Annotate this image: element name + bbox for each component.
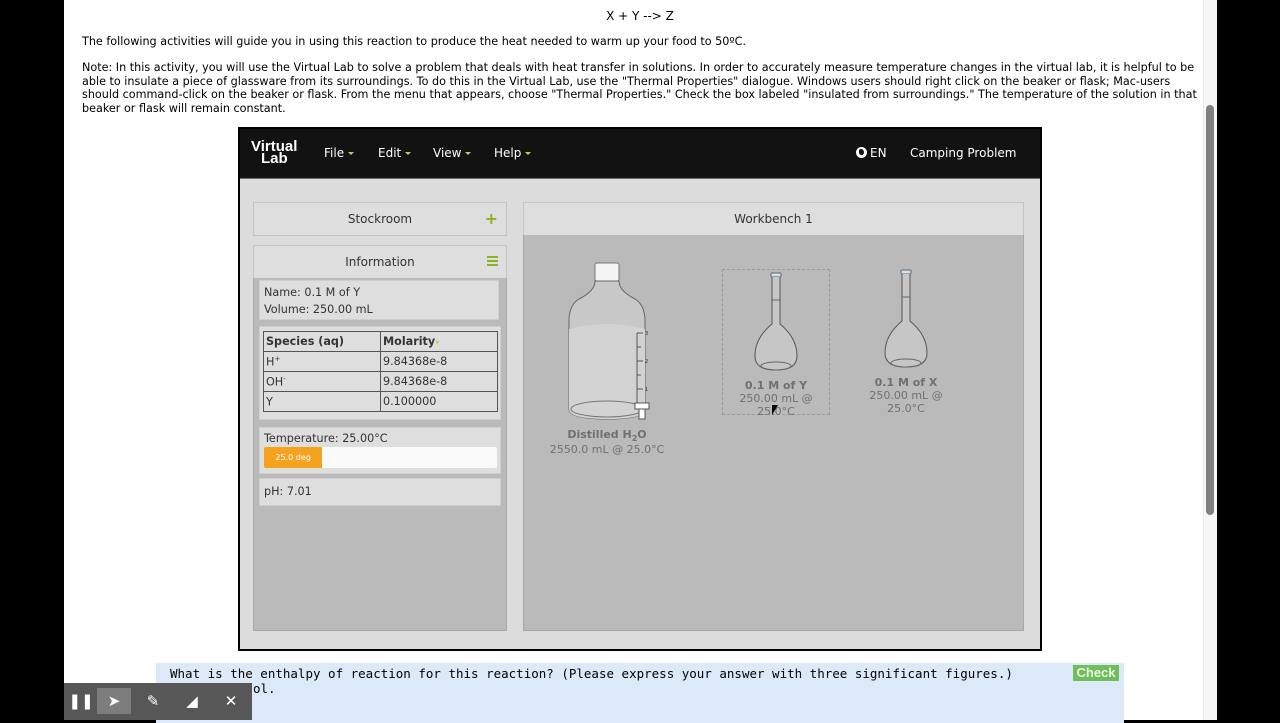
close-button[interactable]: ✕ <box>214 688 248 714</box>
temperature-label: Temperature: 25.00°C <box>264 432 388 445</box>
ph-card: pH: 7.01 <box>259 478 501 506</box>
virtual-lab: Virtual Lab File Edit View Help EN Campi… <box>238 127 1042 651</box>
sort-icon: ▾ <box>435 338 440 347</box>
question-text-line2: ol. <box>253 681 276 696</box>
menu-file-label: File <box>324 146 345 160</box>
menu-help[interactable]: Help <box>494 146 532 160</box>
mouse-cursor-icon <box>772 405 778 415</box>
table-row: OH- 9.84368e-8 <box>263 371 498 392</box>
ph-label: pH: 7.01 <box>264 485 312 498</box>
intro-text: The following activities will guide you … <box>82 35 747 48</box>
species-cell: OH- <box>263 371 381 392</box>
volumetric-flask-icon <box>754 272 798 371</box>
molarity-cell: 9.84368e-8 <box>380 371 498 392</box>
language-label: EN <box>870 146 887 160</box>
information-panel: Name: 0.1 M of Y Volume: 250.00 mL Speci… <box>253 278 507 631</box>
workbench-area: 3 2 1 Distilled H2O 2550.0 mL @ 25.0°C 0… <box>523 235 1024 631</box>
problem-title[interactable]: Camping Problem <box>910 146 1016 160</box>
svg-text:2: 2 <box>645 359 648 365</box>
menu-edit-label: Edit <box>378 146 402 160</box>
caret-down-icon <box>405 152 412 155</box>
flask-y-label: 0.1 M of Y <box>744 379 808 392</box>
column-species[interactable]: Species (aq) <box>263 331 381 352</box>
question-box: What is the enthalpy of reaction for thi… <box>156 663 1124 723</box>
species-cell: H+ <box>263 351 381 372</box>
vlab-navbar: Virtual Lab File Edit View Help EN Campi… <box>240 129 1040 179</box>
plus-icon[interactable]: + <box>485 203 498 235</box>
pen-icon: ✎ <box>146 692 160 710</box>
column-molarity[interactable]: Molarity▾ <box>380 331 498 352</box>
pointer-button[interactable]: ➤ <box>97 688 131 714</box>
solution-summary: Name: 0.1 M of Y Volume: 250.00 mL <box>259 280 499 320</box>
check-button[interactable]: Check <box>1073 665 1119 681</box>
svg-text:3: 3 <box>645 331 648 337</box>
workbench-label: Workbench 1 <box>734 212 813 226</box>
menu-view-label: View <box>433 146 462 160</box>
vlab-logo: Virtual Lab <box>251 139 297 166</box>
scrollbar-thumb[interactable] <box>1206 105 1214 515</box>
pause-button[interactable]: ❚❚ <box>64 688 98 714</box>
svg-text:1: 1 <box>645 387 648 393</box>
language-selector[interactable]: EN <box>856 146 887 160</box>
molarity-cell: 0.100000 <box>380 391 498 412</box>
annotation-toolbar: ❚❚ ➤ ✎ ◢ ✕ <box>64 683 252 720</box>
pen-button[interactable]: ✎ <box>136 688 170 714</box>
information-label: Information <box>345 255 415 269</box>
molarity-label: Molarity <box>383 335 436 348</box>
table-row: Y 0.100000 <box>263 391 498 412</box>
temperature-card: Temperature: 25.00°C 25.0 deg <box>259 427 501 474</box>
table-header-row: Species (aq) Molarity▾ <box>263 331 498 352</box>
workbench-tab[interactable]: Workbench 1 <box>523 202 1024 236</box>
flask-x-label: 0.1 M of X <box>874 376 938 389</box>
caret-down-icon <box>465 152 472 155</box>
volumetric-flask-icon <box>884 269 928 368</box>
pause-icon: ❚❚ <box>68 692 94 710</box>
stockroom-header[interactable]: Stockroom + <box>253 202 507 236</box>
jug-label: Distilled H2O <box>567 428 647 444</box>
species-table: Species (aq) Molarity▾ H+ 9.84368e-8 OH-… <box>263 331 498 412</box>
species-card: Species (aq) Molarity▾ H+ 9.84368e-8 OH-… <box>259 326 501 420</box>
table-row: H+ 9.84368e-8 <box>263 351 498 372</box>
information-header[interactable]: Information <box>253 245 507 279</box>
flask-x-volume: 250.00 mL @ 25.0°C <box>869 389 943 415</box>
menu-file[interactable]: File <box>324 146 355 160</box>
solution-volume: Volume: 250.00 mL <box>264 302 373 316</box>
menu-icon[interactable] <box>487 256 498 268</box>
distilled-water-jug[interactable]: 3 2 1 Distilled H2O 2550.0 mL @ 25.0°C <box>542 261 672 456</box>
globe-icon <box>856 147 867 158</box>
reaction-equation: X + Y --> Z <box>606 9 674 23</box>
pointer-icon: ➤ <box>107 692 121 710</box>
question-text: What is the enthalpy of reaction for thi… <box>170 666 1013 681</box>
flask-y[interactable]: 0.1 M of Y 250.00 mL @ 25.0°C <box>722 269 830 418</box>
carboy-icon: 3 2 1 <box>568 262 650 420</box>
temperature-bar: 25.0 deg <box>264 447 497 468</box>
flask-x[interactable]: 0.1 M of X 250.00 mL @ 25.0°C <box>854 269 958 415</box>
temperature-bar-fill: 25.0 deg <box>264 447 323 468</box>
menu-help-label: Help <box>494 146 522 160</box>
eraser-button[interactable]: ◢ <box>175 688 209 714</box>
solution-name: Name: 0.1 M of Y <box>264 286 361 299</box>
caret-down-icon <box>525 152 532 155</box>
menu-edit[interactable]: Edit <box>378 146 412 160</box>
close-icon: ✕ <box>224 692 238 710</box>
jug-volume: 2550.0 mL @ 25.0°C <box>549 443 665 457</box>
species-cell: Y <box>263 391 381 412</box>
note-text: Note: In this activity, you will use the… <box>82 61 1197 115</box>
molarity-cell: 9.84368e-8 <box>380 351 498 372</box>
menu-view[interactable]: View <box>433 146 472 160</box>
caret-down-icon <box>348 152 355 155</box>
stockroom-label: Stockroom <box>347 212 413 226</box>
eraser-icon: ◢ <box>186 692 198 710</box>
